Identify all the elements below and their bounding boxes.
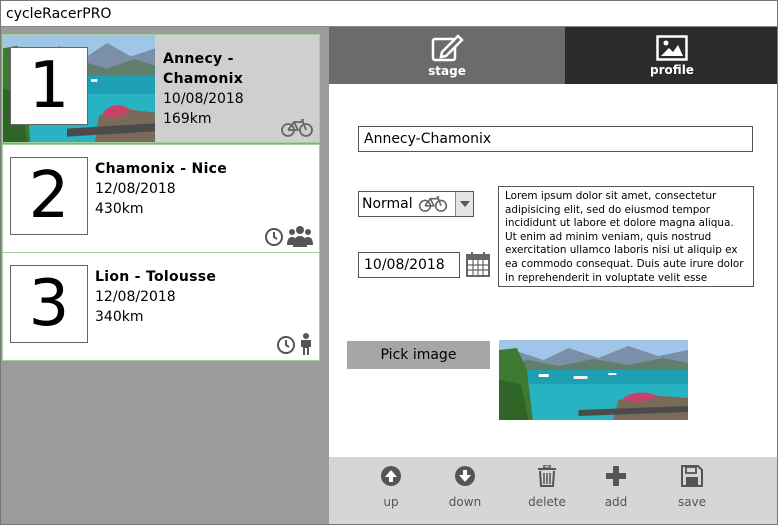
arrow-up-icon — [381, 466, 401, 486]
stage-date: 12/08/2018 — [95, 181, 176, 197]
stage-type-select[interactable]: Normal — [358, 191, 474, 217]
app-title: cycleRacerPRO — [6, 6, 112, 22]
bicycle-icon — [418, 196, 447, 212]
stage-route: Chamonix - Nice — [95, 161, 228, 177]
save-icon — [681, 465, 703, 487]
chevron-down-icon[interactable] — [455, 192, 473, 216]
down-button[interactable]: down — [435, 465, 495, 509]
stage-card-2[interactable]: 2 Chamonix - Nice 12/08/2018 430km — [2, 144, 320, 253]
stage-info: Annecy - Chamonix 10/08/2018 169km — [163, 49, 319, 129]
tab-profile[interactable]: profile — [565, 27, 777, 84]
description-textarea[interactable]: Lorem ipsum dolor sit amet, consectetur … — [498, 186, 754, 287]
trash-icon — [538, 465, 556, 487]
save-label: save — [677, 495, 707, 509]
stage-route: Annecy - Chamonix — [163, 51, 244, 87]
delete-label: delete — [528, 495, 566, 509]
bicycle-icon — [281, 119, 313, 137]
detail-panel: stage profile Annecy-Chamonix Normal Lor… — [329, 27, 777, 524]
stage-route: Lion - Tolousse — [95, 269, 217, 285]
stage-distance: 340km — [95, 309, 144, 325]
tab-stage[interactable]: stage — [329, 27, 565, 84]
stage-card-3[interactable]: 3 Lion - Tolousse 12/08/2018 340km — [2, 252, 320, 361]
clock-icon — [265, 228, 283, 246]
stage-name-field[interactable]: Annecy-Chamonix — [358, 126, 753, 152]
stage-number: 2 — [10, 157, 88, 235]
action-toolbar: up down delete add save — [329, 457, 777, 524]
stage-number: 3 — [10, 265, 88, 343]
date-field[interactable]: 10/08/2018 — [358, 252, 460, 278]
stage-type-value: Normal — [359, 196, 448, 212]
calendar-icon[interactable] — [466, 251, 490, 281]
stage-icons — [281, 119, 313, 137]
stage-type-label: Normal — [362, 196, 413, 212]
stage-date: 10/08/2018 — [163, 91, 244, 107]
stage-info: Chamonix - Nice 12/08/2018 430km — [95, 159, 227, 219]
add-label: add — [604, 495, 628, 509]
edit-icon — [431, 33, 464, 61]
clock-icon — [277, 336, 295, 354]
stage-icons — [264, 225, 313, 247]
tab-bar: stage profile — [329, 27, 777, 84]
stage-date: 12/08/2018 — [95, 289, 176, 305]
person-icon — [301, 333, 311, 355]
stage-card-1[interactable]: 1 Annecy - Chamonix 10/08/2018 169km — [2, 34, 320, 143]
stage-list: 1 Annecy - Chamonix 10/08/2018 169km 2 C… — [1, 27, 329, 524]
delete-button[interactable]: delete — [517, 465, 577, 509]
image-icon — [656, 34, 688, 61]
app-window: cycleRacerPRO 1 Annecy - Chamonix 10/08/… — [0, 0, 778, 525]
up-button[interactable]: up — [361, 465, 421, 509]
add-button[interactable]: add — [586, 465, 646, 509]
stage-number: 1 — [10, 47, 88, 125]
down-label: down — [448, 495, 482, 509]
tab-profile-label: profile — [650, 62, 694, 77]
group-icon — [287, 226, 313, 247]
plus-icon — [606, 466, 626, 486]
tab-stage-label: stage — [428, 63, 466, 78]
stage-info: Lion - Tolousse 12/08/2018 340km — [95, 267, 216, 327]
save-button[interactable]: save — [662, 465, 722, 509]
title-bar: cycleRacerPRO — [1, 1, 777, 27]
stage-distance: 430km — [95, 201, 144, 217]
up-label: up — [383, 495, 399, 509]
pick-image-button[interactable]: Pick image — [347, 341, 490, 369]
arrow-down-icon — [455, 466, 475, 486]
stage-icons — [276, 333, 313, 355]
stage-image-preview — [499, 340, 688, 420]
